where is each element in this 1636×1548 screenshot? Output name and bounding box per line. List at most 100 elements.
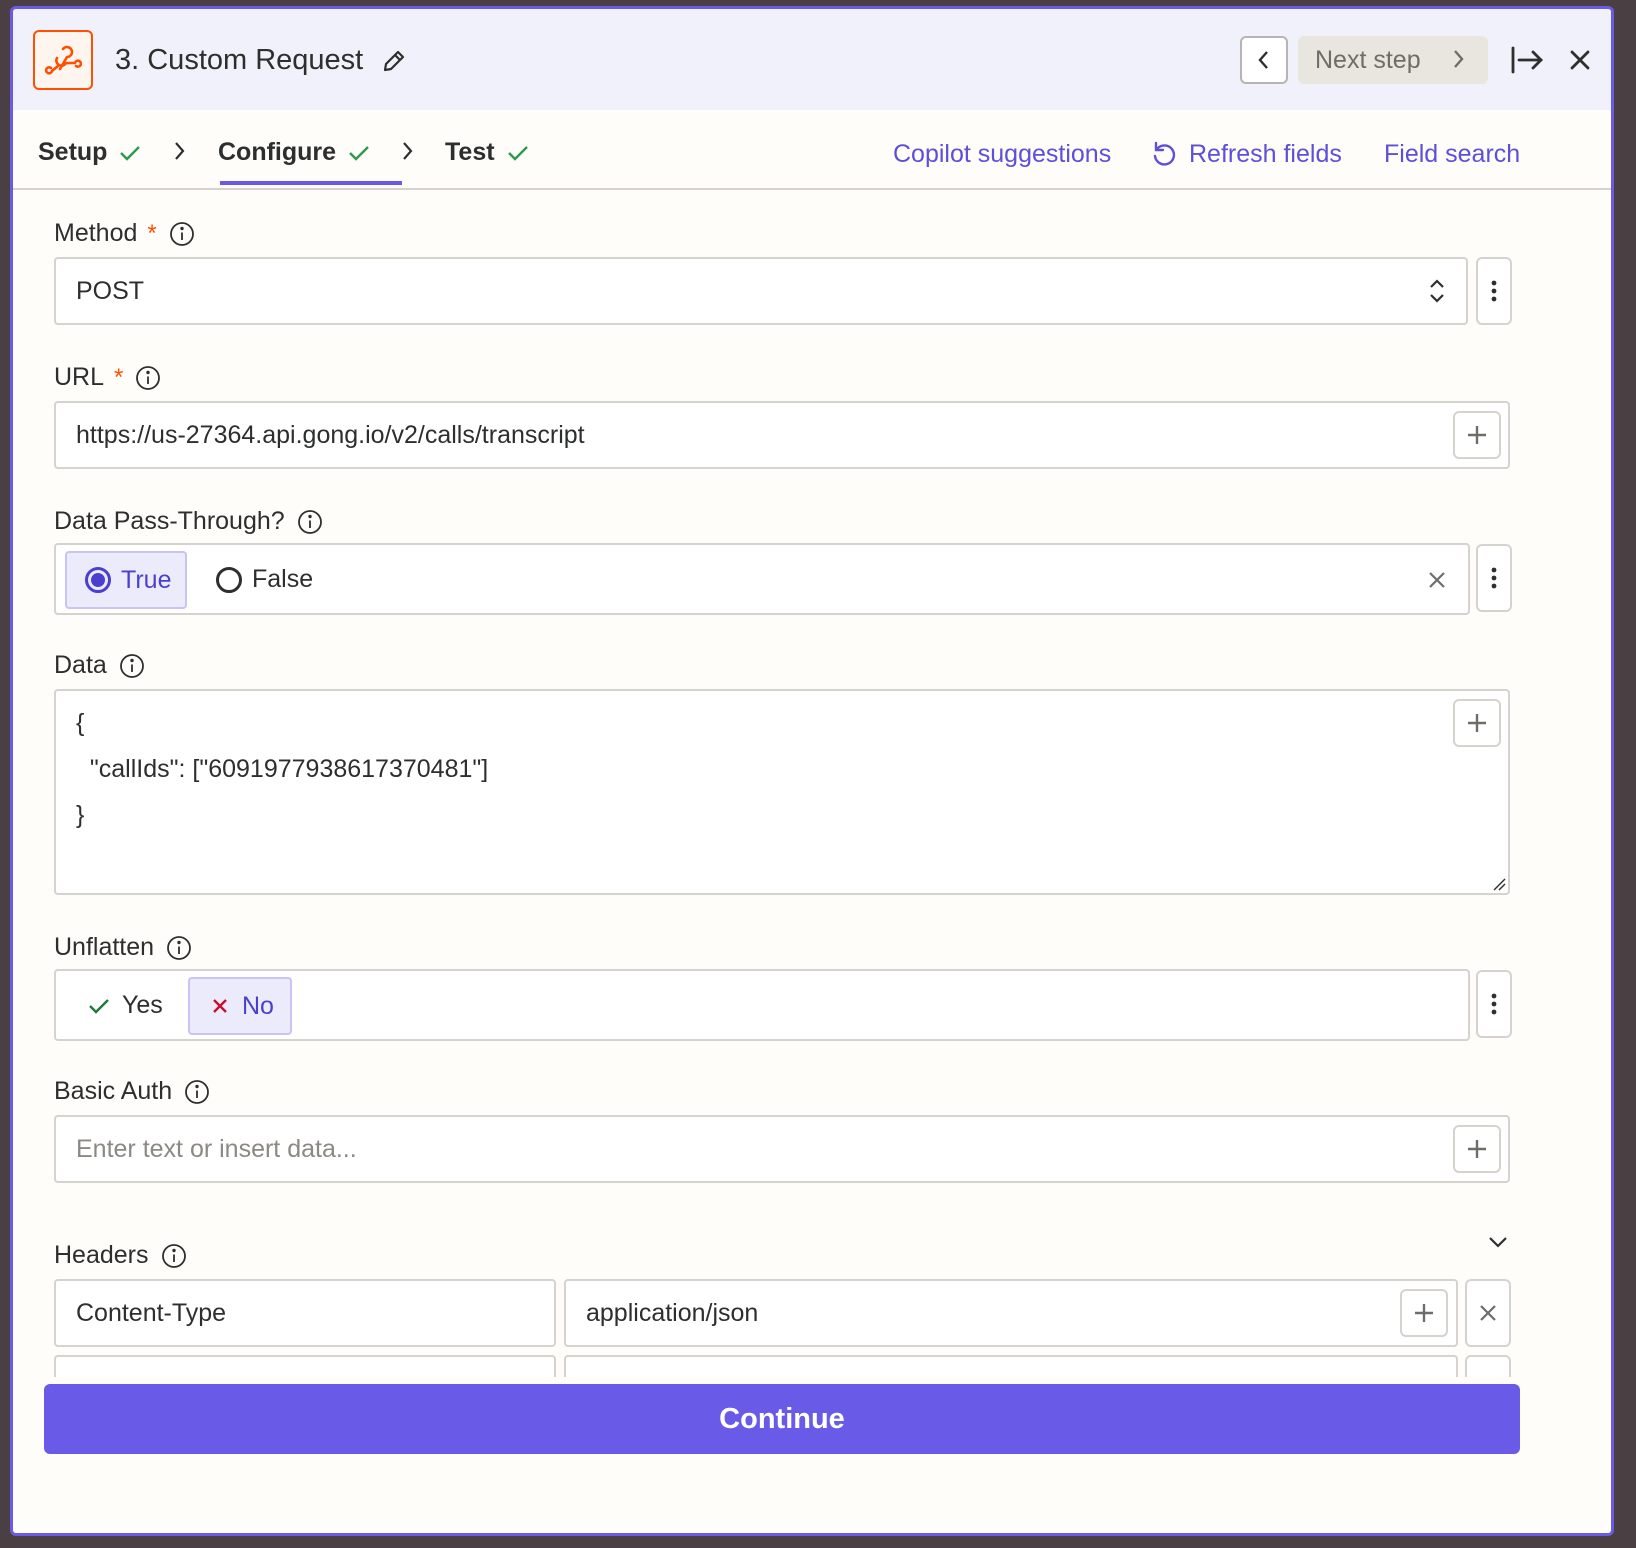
basic-auth-label: Basic Auth [54, 1077, 210, 1106]
info-icon[interactable] [297, 509, 323, 535]
refresh-fields-button[interactable]: Refresh fields [1151, 140, 1342, 169]
field-search-link[interactable]: Field search [1384, 140, 1520, 169]
refresh-icon [1153, 141, 1176, 166]
unflatten-toggle-group: Yes No [54, 969, 1470, 1041]
unflatten-more-button[interactable] [1476, 970, 1512, 1038]
info-icon[interactable] [119, 653, 145, 679]
continue-button[interactable]: Continue [44, 1384, 1520, 1454]
refresh-fields-label: Refresh fields [1189, 140, 1342, 168]
unflatten-label: Unflatten [54, 933, 192, 962]
header-key-input[interactable]: Content-Type [54, 1279, 556, 1347]
url-value: https://us-27364.api.gong.io/v2/calls/tr… [76, 421, 585, 449]
unflatten-label-text: Unflatten [54, 933, 155, 961]
info-icon[interactable] [166, 935, 192, 961]
check-icon [120, 145, 141, 161]
plus-icon [1415, 1304, 1433, 1322]
collapse-panel-icon[interactable] [1509, 43, 1545, 77]
option-yes[interactable]: Yes [88, 991, 163, 1020]
chevron-right-icon [1454, 50, 1464, 68]
data-pass-through-label: Data Pass-Through? [54, 507, 323, 536]
data-line: "callIds": ["6091977938617370481"] [76, 755, 489, 783]
data-line: } [76, 801, 85, 829]
chevron-right-icon [175, 142, 185, 160]
step-title: 3. Custom Request [115, 44, 364, 76]
plus-icon [1468, 426, 1486, 444]
edit-title-icon[interactable] [380, 47, 408, 75]
data-pass-through-more-button[interactable] [1476, 544, 1512, 612]
headers-label-text: Headers [54, 1241, 149, 1269]
check-icon [507, 145, 528, 161]
resize-handle-icon[interactable] [1492, 877, 1506, 891]
plus-icon [1468, 714, 1486, 732]
step-tabs: Setup Configure Test Copilot suggestions… [13, 110, 1611, 190]
chevron-left-icon [1258, 51, 1268, 69]
data-textarea[interactable]: { "callIds": ["6091977938617370481"] } [54, 689, 1510, 895]
info-icon[interactable] [135, 365, 161, 391]
next-step-label: Next step [1315, 45, 1421, 74]
close-icon[interactable] [1567, 47, 1593, 73]
tab-test[interactable]: Test [445, 138, 529, 167]
header-value-input[interactable]: application/json [564, 1279, 1458, 1347]
header-insert-data-button[interactable] [1400, 1289, 1448, 1337]
panel-header: 3. Custom Request Next step [13, 9, 1611, 110]
tab-test-label: Test [445, 138, 495, 166]
info-icon[interactable] [184, 1079, 210, 1105]
chevron-down-icon[interactable] [1487, 1235, 1509, 1249]
data-line: { [76, 709, 85, 737]
header-key-value: Content-Type [76, 1299, 227, 1327]
next-step-button[interactable]: Next step [1298, 36, 1488, 84]
active-tab-indicator [220, 181, 402, 185]
check-icon [349, 145, 369, 161]
basic-auth-label-text: Basic Auth [54, 1077, 173, 1105]
basic-auth-input[interactable]: Enter text or insert data... [54, 1115, 1510, 1183]
select-arrows-icon [1430, 279, 1444, 303]
url-insert-data-button[interactable] [1453, 411, 1501, 459]
close-icon [1480, 1305, 1496, 1321]
headers-label: Headers [54, 1241, 187, 1270]
data-insert-data-button[interactable] [1453, 699, 1501, 747]
radio-true-label: True [121, 565, 172, 594]
url-label-text: URL [54, 363, 105, 391]
required-marker: * [114, 363, 124, 391]
tab-configure[interactable]: Configure [218, 138, 370, 167]
option-yes-label: Yes [122, 991, 163, 1019]
more-vertical-icon [1491, 993, 1497, 1015]
data-pass-through-radio-group: True False [54, 543, 1470, 615]
info-icon[interactable] [169, 221, 195, 247]
tab-setup-label: Setup [38, 138, 108, 166]
tab-setup[interactable]: Setup [38, 138, 141, 167]
plus-icon [1468, 1140, 1486, 1158]
remove-header-button[interactable] [1465, 1279, 1511, 1347]
header-value-value: application/json [586, 1299, 759, 1327]
url-input[interactable]: https://us-27364.api.gong.io/v2/calls/tr… [54, 401, 1510, 469]
required-marker: * [147, 219, 157, 247]
webhook-app-icon [33, 30, 93, 90]
radio-false-label: False [252, 565, 314, 593]
chevron-right-icon [403, 142, 413, 160]
data-pass-through-label-text: Data Pass-Through? [54, 507, 285, 535]
basic-auth-placeholder: Enter text or insert data... [76, 1135, 357, 1163]
copilot-suggestions-link[interactable]: Copilot suggestions [893, 140, 1111, 169]
method-label: Method * [54, 219, 195, 248]
data-label: Data [54, 651, 145, 680]
method-more-button[interactable] [1476, 257, 1512, 325]
method-select[interactable]: POST [54, 257, 1468, 325]
radio-unselected-icon [216, 566, 242, 593]
url-label: URL * [54, 363, 161, 392]
radio-false[interactable]: False [216, 565, 313, 594]
info-icon[interactable] [161, 1243, 187, 1269]
more-vertical-icon [1491, 280, 1497, 302]
option-no[interactable]: No [188, 977, 292, 1035]
check-icon [89, 998, 109, 1014]
more-vertical-icon [1491, 567, 1497, 589]
data-label-text: Data [54, 651, 107, 679]
basic-auth-insert-data-button[interactable] [1453, 1125, 1501, 1173]
radio-true[interactable]: True [65, 551, 187, 609]
radio-selected-icon [85, 567, 111, 593]
clear-icon[interactable] [1428, 571, 1446, 589]
method-label-text: Method [54, 219, 138, 247]
tab-configure-label: Configure [218, 138, 337, 166]
x-icon [213, 999, 227, 1013]
previous-step-button[interactable] [1240, 36, 1288, 84]
step-editor-panel: 3. Custom Request Next step Setup Config… [10, 6, 1614, 1536]
